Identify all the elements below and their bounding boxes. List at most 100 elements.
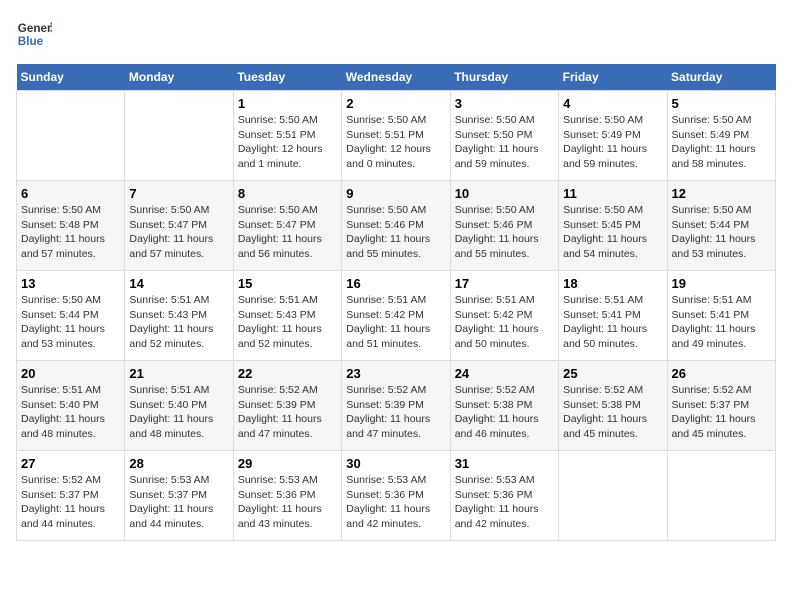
sunset: Sunset: 5:37 PM [672,399,750,411]
sunset: Sunset: 5:50 PM [455,129,533,141]
sunrise: Sunrise: 5:50 AM [238,114,318,126]
sunrise: Sunrise: 5:50 AM [455,204,535,216]
daylight: Daylight: 11 hours and 50 minutes. [563,323,647,350]
day-info: Sunrise: 5:50 AM Sunset: 5:47 PM Dayligh… [238,203,337,262]
calendar-week-row: 6 Sunrise: 5:50 AM Sunset: 5:48 PM Dayli… [17,181,776,271]
calendar-cell: 8 Sunrise: 5:50 AM Sunset: 5:47 PM Dayli… [233,181,341,271]
sunrise: Sunrise: 5:51 AM [346,294,426,306]
sunset: Sunset: 5:49 PM [672,129,750,141]
calendar-cell [125,91,233,181]
logo-icon: General Blue [16,16,52,52]
day-number: 29 [238,456,337,471]
calendar-week-row: 13 Sunrise: 5:50 AM Sunset: 5:44 PM Dayl… [17,271,776,361]
day-number: 16 [346,276,445,291]
daylight: Daylight: 11 hours and 58 minutes. [672,143,756,170]
daylight: Daylight: 11 hours and 50 minutes. [455,323,539,350]
sunset: Sunset: 5:41 PM [672,309,750,321]
day-number: 19 [672,276,771,291]
day-info: Sunrise: 5:51 AM Sunset: 5:43 PM Dayligh… [238,293,337,352]
day-info: Sunrise: 5:50 AM Sunset: 5:46 PM Dayligh… [455,203,554,262]
calendar-cell: 9 Sunrise: 5:50 AM Sunset: 5:46 PM Dayli… [342,181,450,271]
sunset: Sunset: 5:51 PM [238,129,316,141]
calendar-cell: 22 Sunrise: 5:52 AM Sunset: 5:39 PM Dayl… [233,361,341,451]
calendar-day-header: Thursday [450,64,558,91]
calendar-cell: 20 Sunrise: 5:51 AM Sunset: 5:40 PM Dayl… [17,361,125,451]
day-number: 8 [238,186,337,201]
sunrise: Sunrise: 5:50 AM [21,294,101,306]
day-number: 21 [129,366,228,381]
calendar-cell: 5 Sunrise: 5:50 AM Sunset: 5:49 PM Dayli… [667,91,775,181]
day-number: 4 [563,96,662,111]
sunset: Sunset: 5:42 PM [346,309,424,321]
day-number: 25 [563,366,662,381]
sunset: Sunset: 5:49 PM [563,129,641,141]
daylight: Daylight: 11 hours and 53 minutes. [21,323,105,350]
daylight: Daylight: 11 hours and 51 minutes. [346,323,430,350]
day-number: 30 [346,456,445,471]
sunset: Sunset: 5:43 PM [238,309,316,321]
daylight: Daylight: 11 hours and 44 minutes. [21,503,105,530]
calendar-day-header: Friday [559,64,667,91]
day-number: 20 [21,366,120,381]
calendar-week-row: 1 Sunrise: 5:50 AM Sunset: 5:51 PM Dayli… [17,91,776,181]
calendar-cell: 14 Sunrise: 5:51 AM Sunset: 5:43 PM Dayl… [125,271,233,361]
day-info: Sunrise: 5:53 AM Sunset: 5:36 PM Dayligh… [346,473,445,532]
sunset: Sunset: 5:46 PM [455,219,533,231]
day-number: 22 [238,366,337,381]
daylight: Daylight: 11 hours and 59 minutes. [455,143,539,170]
calendar-cell: 13 Sunrise: 5:50 AM Sunset: 5:44 PM Dayl… [17,271,125,361]
day-info: Sunrise: 5:53 AM Sunset: 5:36 PM Dayligh… [238,473,337,532]
day-number: 27 [21,456,120,471]
sunset: Sunset: 5:38 PM [563,399,641,411]
day-number: 18 [563,276,662,291]
calendar-cell [667,451,775,541]
day-number: 5 [672,96,771,111]
calendar-cell: 1 Sunrise: 5:50 AM Sunset: 5:51 PM Dayli… [233,91,341,181]
page-header: General Blue [16,16,776,52]
daylight: Daylight: 11 hours and 55 minutes. [455,233,539,260]
sunrise: Sunrise: 5:50 AM [563,114,643,126]
sunrise: Sunrise: 5:51 AM [21,384,101,396]
calendar-cell: 19 Sunrise: 5:51 AM Sunset: 5:41 PM Dayl… [667,271,775,361]
day-number: 17 [455,276,554,291]
sunrise: Sunrise: 5:50 AM [238,204,318,216]
day-number: 11 [563,186,662,201]
calendar-header-row: SundayMondayTuesdayWednesdayThursdayFrid… [17,64,776,91]
day-info: Sunrise: 5:50 AM Sunset: 5:48 PM Dayligh… [21,203,120,262]
sunset: Sunset: 5:45 PM [563,219,641,231]
day-info: Sunrise: 5:51 AM Sunset: 5:41 PM Dayligh… [672,293,771,352]
sunset: Sunset: 5:44 PM [21,309,99,321]
sunset: Sunset: 5:46 PM [346,219,424,231]
day-number: 6 [21,186,120,201]
calendar-cell: 7 Sunrise: 5:50 AM Sunset: 5:47 PM Dayli… [125,181,233,271]
sunrise: Sunrise: 5:50 AM [129,204,209,216]
sunrise: Sunrise: 5:50 AM [672,114,752,126]
day-number: 9 [346,186,445,201]
daylight: Daylight: 11 hours and 53 minutes. [672,233,756,260]
daylight: Daylight: 11 hours and 42 minutes. [455,503,539,530]
day-number: 13 [21,276,120,291]
sunrise: Sunrise: 5:53 AM [238,474,318,486]
day-info: Sunrise: 5:51 AM Sunset: 5:40 PM Dayligh… [129,383,228,442]
sunset: Sunset: 5:43 PM [129,309,207,321]
daylight: Daylight: 11 hours and 54 minutes. [563,233,647,260]
calendar-cell [17,91,125,181]
sunrise: Sunrise: 5:50 AM [346,204,426,216]
sunrise: Sunrise: 5:52 AM [563,384,643,396]
calendar-cell: 21 Sunrise: 5:51 AM Sunset: 5:40 PM Dayl… [125,361,233,451]
sunrise: Sunrise: 5:50 AM [346,114,426,126]
day-info: Sunrise: 5:51 AM Sunset: 5:43 PM Dayligh… [129,293,228,352]
sunset: Sunset: 5:41 PM [563,309,641,321]
sunset: Sunset: 5:47 PM [129,219,207,231]
daylight: Daylight: 11 hours and 46 minutes. [455,413,539,440]
day-info: Sunrise: 5:51 AM Sunset: 5:40 PM Dayligh… [21,383,120,442]
daylight: Daylight: 11 hours and 59 minutes. [563,143,647,170]
day-info: Sunrise: 5:52 AM Sunset: 5:39 PM Dayligh… [238,383,337,442]
sunrise: Sunrise: 5:53 AM [346,474,426,486]
daylight: Daylight: 11 hours and 56 minutes. [238,233,322,260]
sunset: Sunset: 5:38 PM [455,399,533,411]
calendar-cell: 12 Sunrise: 5:50 AM Sunset: 5:44 PM Dayl… [667,181,775,271]
daylight: Daylight: 11 hours and 48 minutes. [129,413,213,440]
day-info: Sunrise: 5:50 AM Sunset: 5:49 PM Dayligh… [563,113,662,172]
sunrise: Sunrise: 5:51 AM [129,294,209,306]
